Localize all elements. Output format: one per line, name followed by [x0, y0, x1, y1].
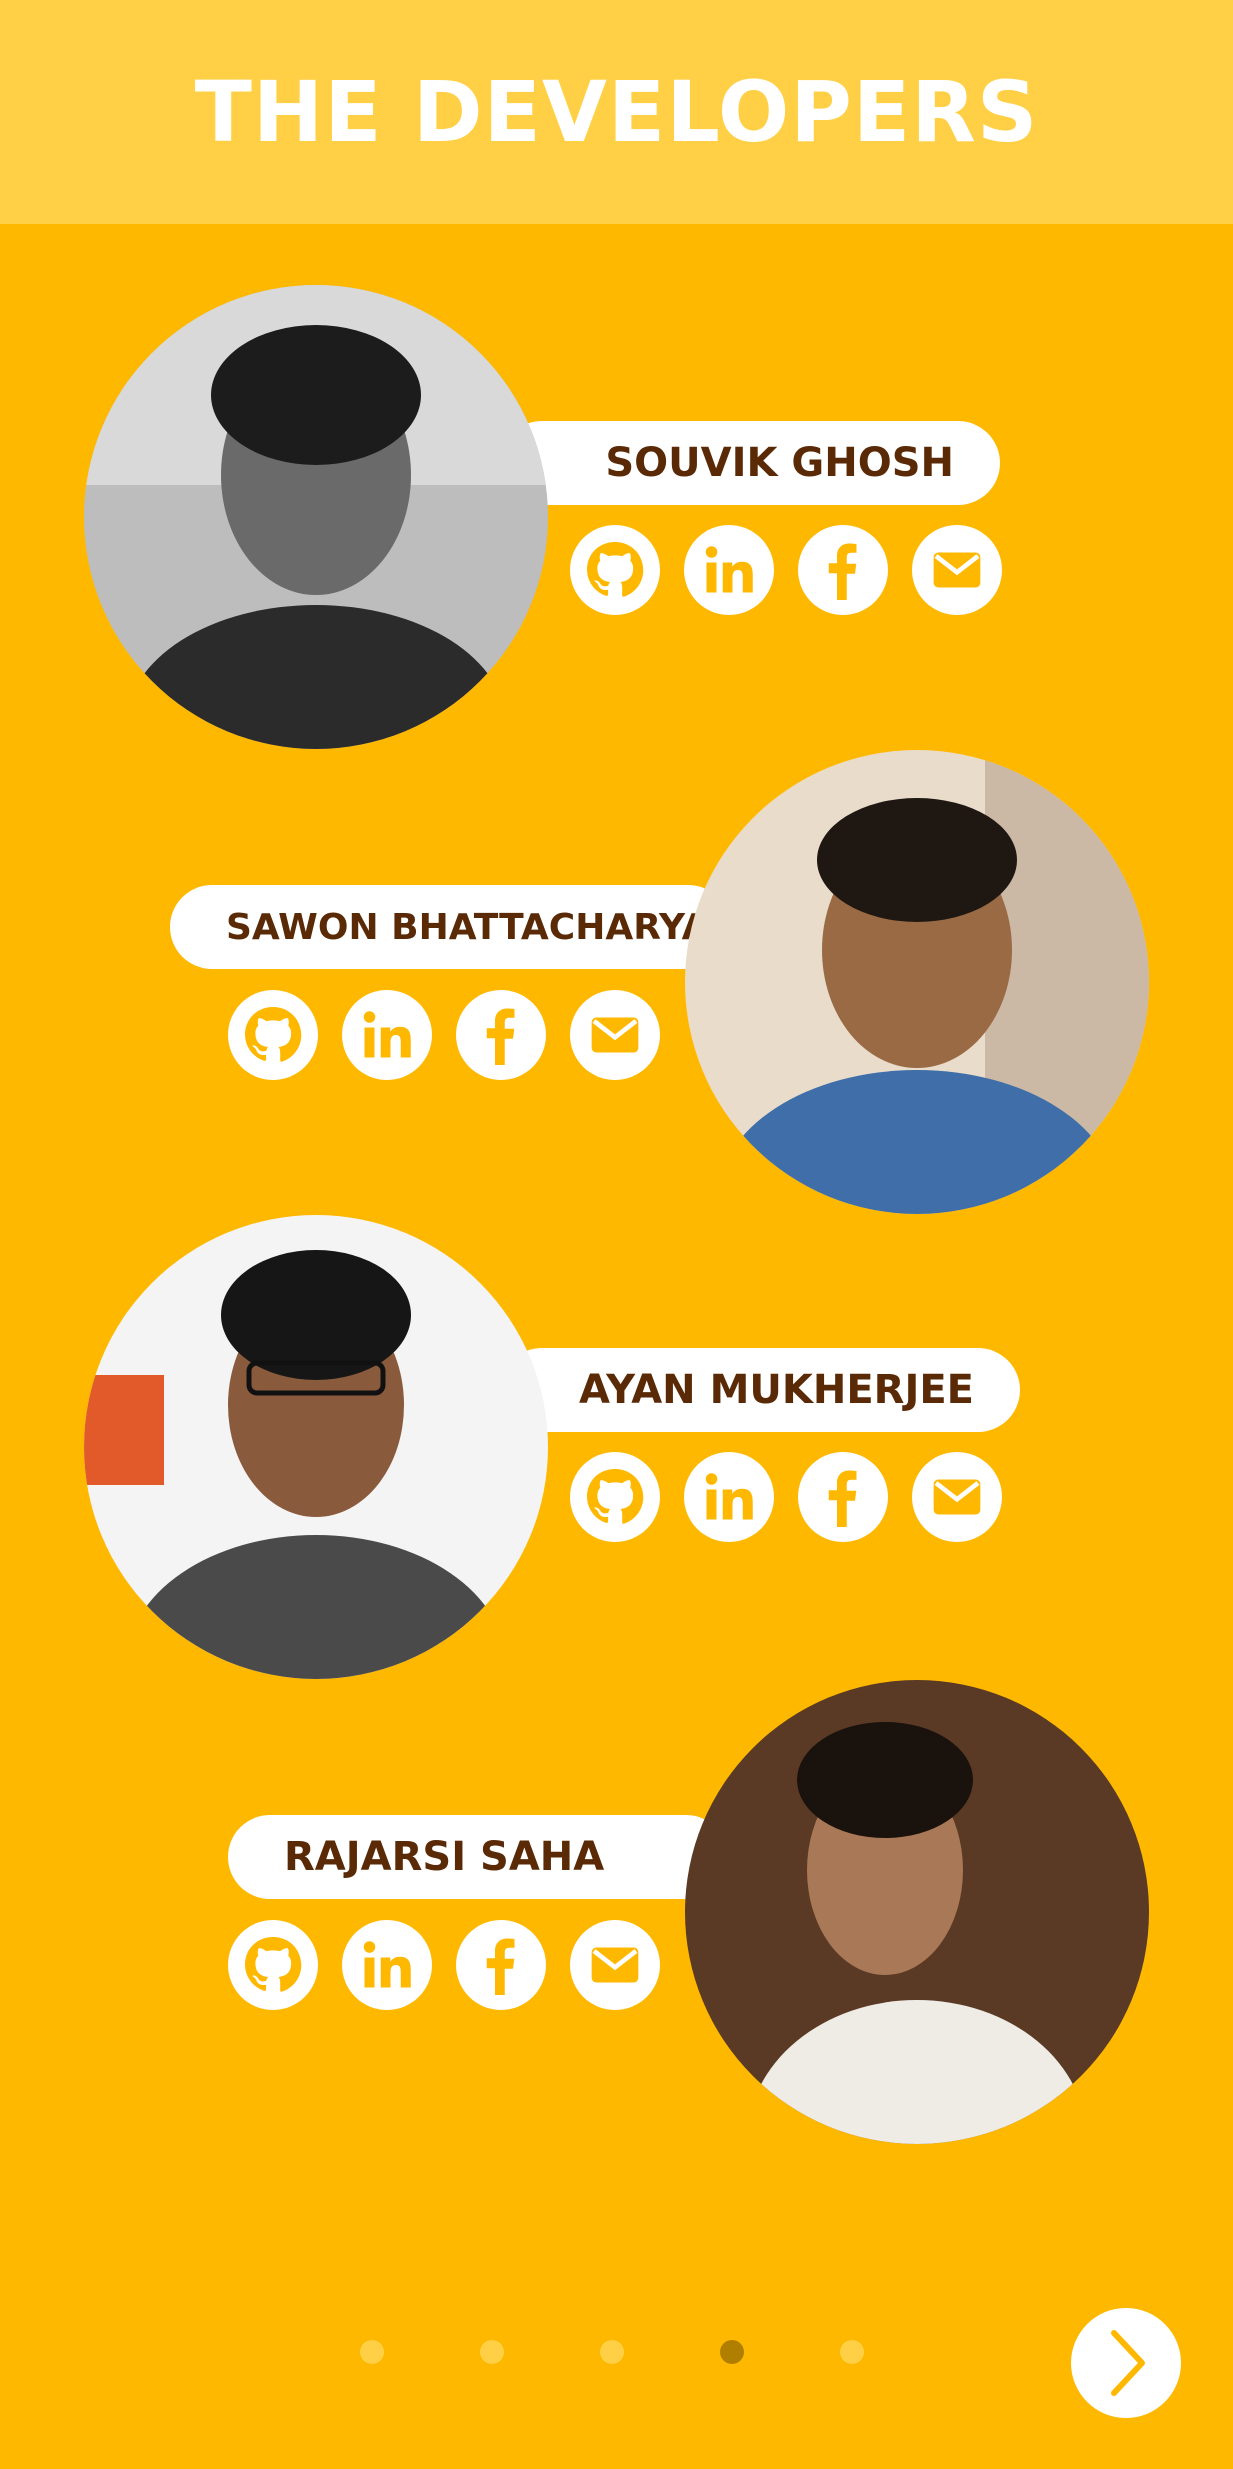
mail-button[interactable] [912, 1452, 1002, 1542]
developer-name: AYAN MUKHERJEE [578, 1367, 974, 1413]
developer-name-pill: SAWON BHATTACHARYA [170, 885, 730, 969]
chevron-right-icon [1111, 2330, 1145, 2396]
facebook-icon [828, 1470, 857, 1527]
developer-name-pill: RAJARSI SAHA [228, 1815, 728, 1899]
linkedin-icon [363, 1941, 411, 1988]
facebook-icon [486, 1938, 515, 1995]
social-links [570, 525, 1002, 615]
page-indicator [360, 2340, 864, 2364]
github-icon [245, 1007, 302, 1062]
mail-icon [591, 1947, 639, 1983]
facebook-icon [486, 1008, 515, 1065]
mail-icon [591, 1017, 639, 1053]
mail-icon [933, 1479, 981, 1515]
linkedin-button[interactable] [684, 1452, 774, 1542]
social-links [570, 1452, 1002, 1542]
social-links [228, 990, 660, 1080]
facebook-button[interactable] [798, 525, 888, 615]
developer-name: RAJARSI SAHA [284, 1834, 605, 1880]
mail-button[interactable] [912, 525, 1002, 615]
developer-photo [685, 750, 1149, 1214]
linkedin-icon [705, 1473, 753, 1520]
mail-button[interactable] [570, 1920, 660, 2010]
github-button[interactable] [570, 1452, 660, 1542]
page-dot-3[interactable] [600, 2340, 624, 2364]
github-button[interactable] [570, 525, 660, 615]
mail-button[interactable] [570, 990, 660, 1080]
page-dot-2[interactable] [480, 2340, 504, 2364]
page-dot-4-active[interactable] [720, 2340, 744, 2364]
developer-name-pill: SOUVIK GHOSH [500, 421, 1000, 505]
linkedin-button[interactable] [342, 990, 432, 1080]
linkedin-icon [705, 546, 753, 593]
developer-name: SAWON BHATTACHARYA [226, 906, 710, 948]
github-icon [245, 1937, 302, 1992]
linkedin-icon [363, 1011, 411, 1058]
developer-name: SOUVIK GHOSH [605, 440, 954, 486]
github-button[interactable] [228, 1920, 318, 2010]
header-bar: THE DEVELOPERS [0, 0, 1233, 224]
developer-photo [84, 1215, 548, 1679]
github-icon [587, 1469, 644, 1524]
page-dot-1[interactable] [360, 2340, 384, 2364]
social-links [228, 1920, 660, 2010]
facebook-icon [828, 543, 857, 600]
page-dot-5[interactable] [840, 2340, 864, 2364]
mail-icon [933, 552, 981, 588]
next-button[interactable] [1071, 2308, 1181, 2418]
facebook-button[interactable] [798, 1452, 888, 1542]
facebook-button[interactable] [456, 990, 546, 1080]
github-button[interactable] [228, 990, 318, 1080]
linkedin-button[interactable] [684, 525, 774, 615]
developer-photo [685, 1680, 1149, 2144]
developer-photo [84, 285, 548, 749]
github-icon [587, 542, 644, 597]
linkedin-button[interactable] [342, 1920, 432, 2010]
developer-name-pill: AYAN MUKHERJEE [500, 1348, 1020, 1432]
page-title: THE DEVELOPERS [194, 63, 1039, 161]
facebook-button[interactable] [456, 1920, 546, 2010]
